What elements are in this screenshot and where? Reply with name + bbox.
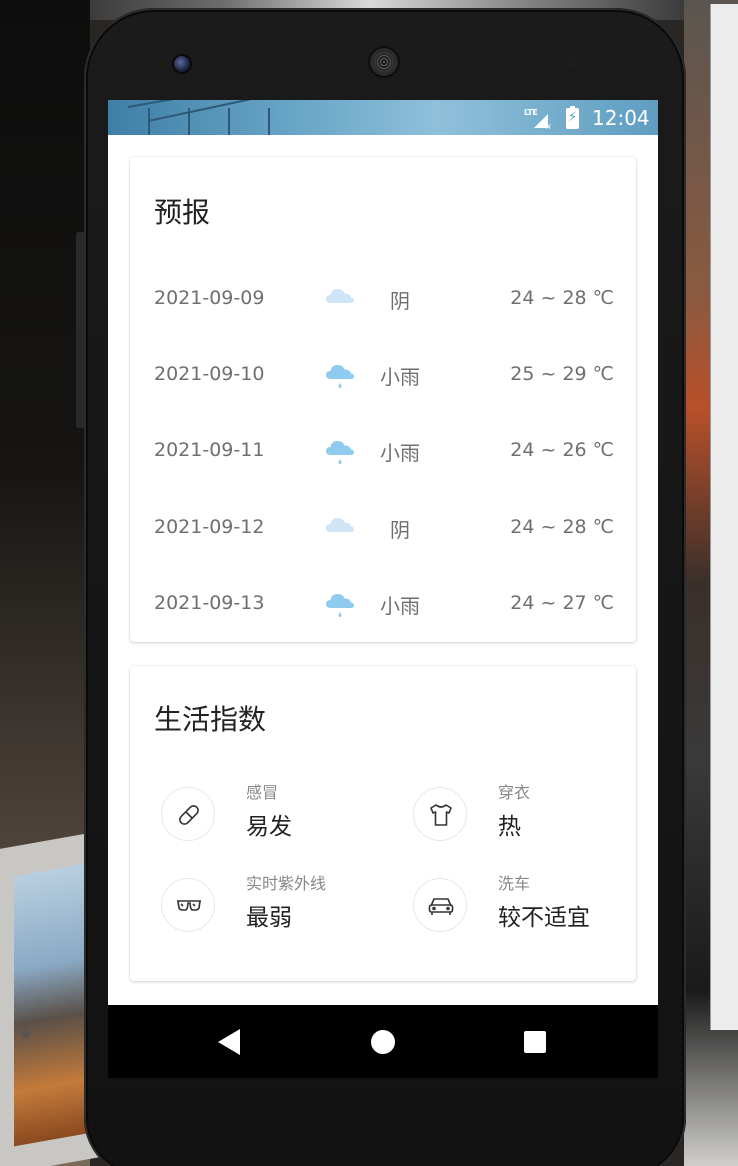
proximity-sensor [568, 56, 580, 68]
life-item-dressing: 穿衣 热 [413, 783, 633, 867]
back-button[interactable] [218, 1029, 240, 1055]
forecast-condition: 阴 [390, 518, 410, 542]
forecast-temperature: 25 ~ 29 ℃ [510, 363, 614, 385]
life-label-cold: 感冒 [246, 783, 279, 802]
forecast-row: 2021-09-09 阴 24 ~ 28 ℃ [130, 269, 636, 329]
cloudy-icon [322, 281, 358, 317]
forecast-title: 预报 [154, 196, 211, 229]
forecast-temperature: 24 ~ 26 ℃ [510, 439, 614, 461]
life-label-dressing: 穿衣 [498, 783, 531, 802]
forecast-condition: 小雨 [380, 441, 420, 465]
forecast-condition: 阴 [390, 289, 410, 313]
forecast-temperature: 24 ~ 28 ℃ [510, 516, 614, 538]
recent-apps-button[interactable] [524, 1031, 546, 1053]
forecast-card: 预报 2021-09-09 阴 24 ~ 28 ℃ 2021-09-10 小雨 25 ~ … [130, 157, 636, 642]
forecast-date: 2021-09-10 [154, 363, 265, 385]
forecast-temperature: 24 ~ 27 ℃ [510, 592, 614, 614]
status-bar: LTE × ⚡ 12:04 [108, 100, 658, 135]
background-tablet-button [22, 1030, 30, 1038]
forecast-row: 2021-09-11 小雨 24 ~ 26 ℃ [130, 421, 636, 481]
light-rain-icon [322, 357, 358, 393]
tshirt-icon [413, 787, 467, 841]
sunglasses-icon [161, 878, 215, 932]
home-button[interactable] [371, 1030, 395, 1054]
cloudy-icon [322, 510, 358, 546]
light-sensor [592, 58, 600, 66]
light-rain-icon [322, 586, 358, 622]
status-clock: 12:04 [592, 106, 650, 130]
phone-side-button [76, 232, 84, 428]
life-label-carwash: 洗车 [498, 874, 531, 893]
life-index-card: 生活指数 感冒 易发 穿衣 热 实时紫外线 最弱 洗车 较不适宜 [130, 666, 636, 981]
life-value-dressing: 热 [498, 814, 521, 840]
life-index-title: 生活指数 [154, 703, 267, 736]
light-rain-icon [322, 433, 358, 469]
earpiece-speaker [370, 48, 398, 76]
life-item-cold: 感冒 易发 [161, 783, 381, 867]
forecast-condition: 小雨 [380, 365, 420, 389]
no-data-icon: × [545, 122, 552, 131]
pill-icon [161, 787, 215, 841]
forecast-date: 2021-09-13 [154, 592, 265, 614]
background-panel [710, 4, 738, 1030]
forecast-date: 2021-09-12 [154, 516, 265, 538]
forecast-row: 2021-09-10 小雨 25 ~ 29 ℃ [130, 345, 636, 405]
life-value-cold: 易发 [246, 814, 292, 840]
forecast-date: 2021-09-11 [154, 439, 265, 461]
front-camera [174, 56, 190, 72]
life-item-uv: 实时紫外线 最弱 [161, 874, 381, 958]
forecast-row: 2021-09-12 阴 24 ~ 28 ℃ [130, 498, 636, 558]
forecast-row: 2021-09-13 小雨 24 ~ 27 ℃ [130, 574, 636, 634]
car-icon [413, 878, 467, 932]
life-value-uv: 最弱 [246, 905, 292, 931]
navigation-bar [108, 1005, 658, 1078]
phone-screen: LTE × ⚡ 12:04 预报 2021-09-09 阴 24 ~ 28 ℃ 202… [108, 100, 658, 1078]
life-item-carwash: 洗车 较不适宜 [413, 874, 633, 958]
background-tablet-screen [14, 863, 86, 1147]
battery-charging-icon: ⚡ [566, 106, 579, 129]
forecast-temperature: 24 ~ 28 ℃ [510, 287, 614, 309]
forecast-condition: 小雨 [380, 594, 420, 618]
life-value-carwash: 较不适宜 [498, 905, 590, 931]
forecast-date: 2021-09-09 [154, 287, 265, 309]
life-label-uv: 实时紫外线 [246, 874, 327, 893]
